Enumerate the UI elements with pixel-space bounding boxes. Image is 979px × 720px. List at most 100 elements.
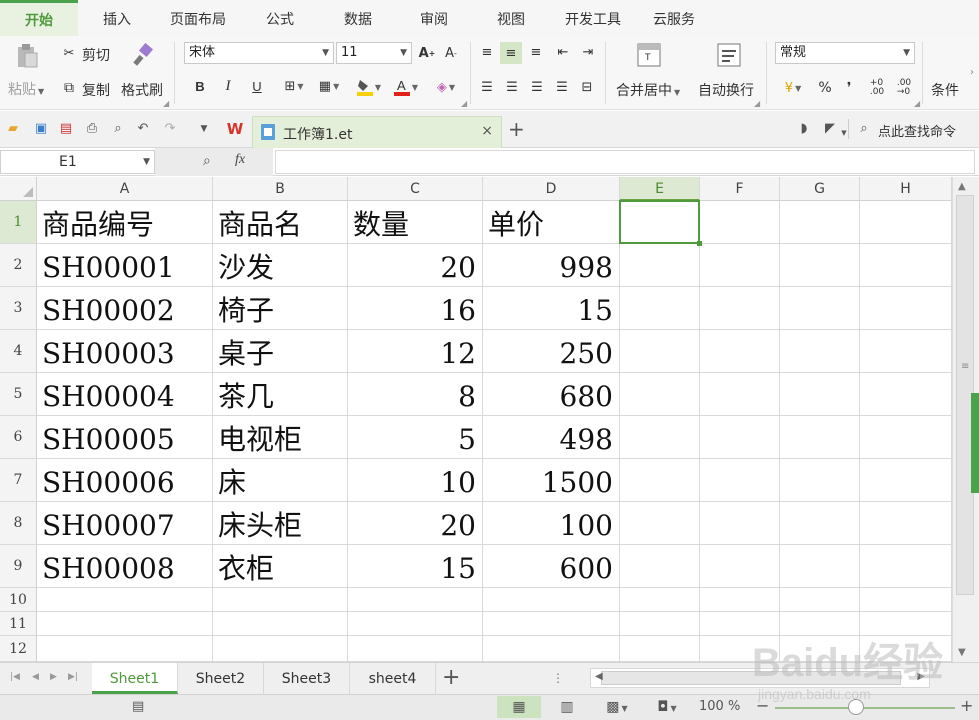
redo-icon[interactable]: ↷ — [162, 121, 178, 137]
page-layout-view-button[interactable]: ▥ — [545, 696, 589, 718]
cell-d5[interactable]: 680 — [483, 373, 620, 416]
cell-c2[interactable]: 20 — [348, 244, 483, 287]
paste-icon[interactable] — [12, 42, 42, 70]
cell-c7[interactable]: 10 — [348, 459, 483, 502]
cell-b1[interactable]: 商品名 — [213, 201, 348, 244]
cell-g2[interactable] — [780, 244, 860, 287]
cell-b10[interactable] — [213, 588, 348, 612]
increase-font-icon[interactable]: A + — [417, 43, 437, 63]
cell-a2[interactable]: SH00001 — [37, 244, 213, 287]
number-dialog-launcher[interactable]: ◢ — [914, 99, 920, 108]
cell-f7[interactable] — [700, 459, 780, 502]
cell-c3[interactable]: 16 — [348, 287, 483, 330]
cell-g7[interactable] — [780, 459, 860, 502]
copy-button[interactable]: 复制 — [82, 80, 110, 100]
format-painter-button[interactable]: 格式刷 — [121, 80, 163, 100]
cell-c1[interactable]: 数量 — [348, 201, 483, 244]
justify-icon[interactable]: ☰ — [553, 78, 571, 96]
horizontal-scrollbar[interactable]: ◀ ▶ — [590, 668, 930, 688]
decrease-decimal-icon[interactable]: .00 →0 — [893, 77, 915, 99]
cell-c11[interactable] — [348, 612, 483, 636]
row-header-4[interactable]: 4 — [0, 330, 37, 373]
align-middle-icon[interactable]: ≡ — [500, 42, 522, 64]
cell-b11[interactable] — [213, 612, 348, 636]
column-header-e[interactable]: E — [620, 177, 700, 201]
align-bottom-icon[interactable]: ≡ — [527, 43, 545, 61]
close-tab-icon[interactable]: × — [481, 123, 493, 139]
cell-b2[interactable]: 沙发 — [213, 244, 348, 287]
cell-h4[interactable] — [860, 330, 952, 373]
ribbon-scroll-right-icon[interactable]: › — [966, 66, 978, 78]
cell-c5[interactable]: 8 — [348, 373, 483, 416]
page-break-view-button[interactable]: ▩ ▼ — [595, 696, 639, 718]
cell-h12[interactable] — [860, 636, 952, 662]
formula-input[interactable] — [275, 150, 975, 174]
cell-a7[interactable]: SH00006 — [37, 459, 213, 502]
cell-a1[interactable]: 商品编号 — [37, 201, 213, 244]
align-center-icon[interactable]: ☰ — [503, 78, 521, 96]
cell-d11[interactable] — [483, 612, 620, 636]
cell-h11[interactable] — [860, 612, 952, 636]
merge-center-button[interactable]: 合并居中 ▼ — [616, 80, 680, 100]
bold-button[interactable]: B — [190, 76, 210, 96]
open-folder-icon[interactable]: ▰ — [5, 121, 21, 137]
cell-c4[interactable]: 12 — [348, 330, 483, 373]
cell-a9[interactable]: SH00008 — [37, 545, 213, 588]
cell-f5[interactable] — [700, 373, 780, 416]
increase-indent-icon[interactable]: ⇥ — [579, 43, 597, 61]
alignment-dialog-launcher[interactable]: ◢ — [754, 99, 760, 108]
cell-g3[interactable] — [780, 287, 860, 330]
reading-mode-button[interactable]: ◘ ▼ — [645, 696, 689, 718]
cell-a5[interactable]: SH00004 — [37, 373, 213, 416]
row-header-9[interactable]: 9 — [0, 545, 37, 588]
cell-d10[interactable] — [483, 588, 620, 612]
cell-d6[interactable]: 498 — [483, 416, 620, 459]
row-header-5[interactable]: 5 — [0, 373, 37, 416]
fill-handle[interactable] — [697, 241, 702, 246]
cell-b8[interactable]: 床头柜 — [213, 502, 348, 545]
tab-page-layout[interactable]: 页面布局 — [160, 0, 236, 36]
cell-d1[interactable]: 单价 — [483, 201, 620, 244]
tab-review[interactable]: 审阅 — [404, 0, 464, 36]
cell-f4[interactable] — [700, 330, 780, 373]
decrease-font-icon[interactable]: A- — [441, 43, 461, 63]
cell-g6[interactable] — [780, 416, 860, 459]
cell-e4[interactable] — [620, 330, 700, 373]
conditional-format-button[interactable]: 条件 — [931, 80, 959, 100]
cell-e8[interactable] — [620, 502, 700, 545]
cell-a11[interactable] — [37, 612, 213, 636]
row-header-2[interactable]: 2 — [0, 244, 37, 287]
column-header-c[interactable]: C — [348, 177, 483, 201]
cell-c6[interactable]: 5 — [348, 416, 483, 459]
cell-g10[interactable] — [780, 588, 860, 612]
cell-g4[interactable] — [780, 330, 860, 373]
print-icon[interactable]: ⎙ — [84, 121, 100, 137]
cell-h9[interactable] — [860, 545, 952, 588]
cell-f12[interactable] — [700, 636, 780, 662]
find-command-box[interactable]: 点此查找命令 — [878, 121, 956, 140]
sheet-tab-sheet4[interactable]: sheet4 — [350, 663, 436, 694]
font-dialog-launcher[interactable]: ◢ — [461, 99, 467, 108]
cell-g12[interactable] — [780, 636, 860, 662]
cell-b5[interactable]: 茶几 — [213, 373, 348, 416]
paste-button[interactable]: 粘贴 ▼ — [8, 79, 44, 99]
cell-d12[interactable] — [483, 636, 620, 662]
cell-e12[interactable] — [620, 636, 700, 662]
tab-developer[interactable]: 开发工具 — [556, 0, 630, 36]
row-header-6[interactable]: 6 — [0, 416, 37, 459]
cell-g8[interactable] — [780, 502, 860, 545]
column-header-f[interactable]: F — [700, 177, 780, 201]
cell-h5[interactable] — [860, 373, 952, 416]
export-pdf-icon[interactable]: ▤ — [58, 121, 74, 137]
cell-f2[interactable] — [700, 244, 780, 287]
cell-e10[interactable] — [620, 588, 700, 612]
column-header-b[interactable]: B — [213, 177, 348, 201]
column-header-g[interactable]: G — [780, 177, 860, 201]
horizontal-scroll-thumb[interactable] — [601, 671, 901, 685]
currency-icon[interactable]: ¥ ▼ — [776, 77, 810, 99]
document-tab[interactable]: 工作簿1.et × — [252, 116, 502, 148]
zoom-level[interactable]: 100 % — [699, 699, 740, 714]
align-top-icon[interactable]: ≡ — [478, 43, 496, 61]
cell-e5[interactable] — [620, 373, 700, 416]
borders-icon[interactable]: ⊞ ▼ — [280, 76, 308, 96]
